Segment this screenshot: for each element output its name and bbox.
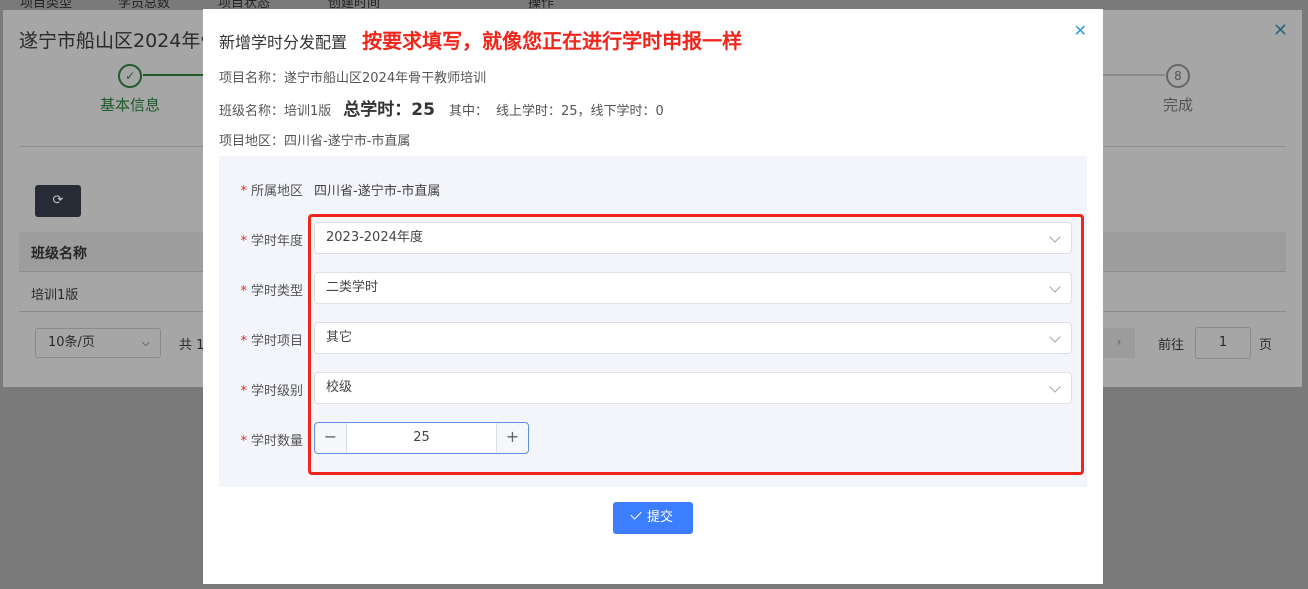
breakdown-label: 其中：: [448, 104, 488, 119]
step-label: 完成: [1162, 96, 1193, 114]
table-header-class-name: 班级名称: [31, 246, 87, 262]
plus-icon[interactable]: +: [496, 423, 528, 453]
class-name-line: 班级名称：培训1版 总学时：25 其中： 线上学时：25，线下学时：0: [219, 95, 664, 120]
year-select[interactable]: 2023-2024年度: [314, 222, 1072, 254]
hours-count-stepper: − 25 +: [314, 422, 529, 454]
level-select-value: 校级: [326, 380, 353, 395]
region-value: 四川省-遂宁市-市直属: [314, 184, 441, 199]
item-label: * 学时项目: [240, 334, 303, 349]
refresh-icon: ⟳: [52, 193, 64, 208]
hours-count-input[interactable]: 25: [347, 423, 496, 453]
form-panel: * 所属地区 四川省-遂宁市-市直属 * 学时年度 2023-2024年度 * 学时类…: [219, 156, 1087, 487]
class-name-value: 培训1版: [284, 104, 332, 119]
page-size-value: 10条/页: [48, 335, 95, 350]
form-row-level: * 学时级别 校级: [219, 372, 1087, 404]
step-finish: 8 完成: [1133, 64, 1223, 115]
level-select[interactable]: 校级: [314, 372, 1072, 404]
modal-title-text: 新增学时分发配置: [219, 33, 348, 52]
project-region-line: 项目地区：四川省-遂宁市-市直属: [219, 130, 410, 149]
project-name-value: 遂宁市船山区2024年骨干教师培训: [284, 71, 487, 86]
item-select[interactable]: 其它: [314, 322, 1072, 354]
close-icon[interactable]: ✕: [1074, 21, 1087, 40]
year-select-value: 2023-2024年度: [326, 230, 423, 245]
form-row-year: * 学时年度 2023-2024年度: [219, 222, 1087, 254]
year-label: * 学时年度: [240, 234, 303, 249]
modal-title: 新增学时分发配置 按要求填写，就像您正在进行学时申报一样: [219, 25, 742, 54]
chevron-down-icon: ⌵: [141, 336, 150, 349]
item-select-value: 其它: [326, 330, 353, 345]
goto-page-input[interactable]: 1: [1195, 327, 1251, 359]
count-label: * 学时数量: [240, 434, 303, 449]
check-icon: [630, 508, 642, 520]
chevron-down-icon: [1049, 381, 1061, 393]
next-page-button[interactable]: ›: [1103, 328, 1135, 358]
submit-button[interactable]: 提交: [613, 502, 693, 534]
type-label: * 学时类型: [240, 284, 303, 299]
project-name-label: 项目名称：: [219, 71, 285, 86]
goto-page-suffix: 页: [1259, 338, 1273, 353]
chevron-down-icon: [1049, 231, 1061, 243]
total-hours: 总学时：25: [343, 100, 435, 120]
submit-label: 提交: [646, 510, 673, 525]
pagination-total: 共 1: [179, 338, 205, 353]
chevron-down-icon: [1049, 281, 1061, 293]
form-row-region: * 所属地区 四川省-遂宁市-市直属: [219, 172, 1087, 204]
step-label: 基本信息: [99, 96, 160, 114]
type-select-value: 二类学时: [326, 280, 379, 295]
type-select[interactable]: 二类学时: [314, 272, 1072, 304]
table-cell-class-name: 培训1版: [31, 288, 79, 303]
region-label: * 所属地区: [240, 184, 303, 199]
project-region-value: 四川省-遂宁市-市直属: [284, 134, 411, 149]
step-basic-info: ✓ 基本信息: [85, 64, 175, 115]
check-icon: ✓: [118, 64, 142, 88]
background-dialog-title: 遂宁市船山区2024年骨: [19, 30, 220, 52]
allocation-config-modal: ✕ 新增学时分发配置 按要求填写，就像您正在进行学时申报一样 项目名称：遂宁市船…: [203, 9, 1103, 584]
minus-icon[interactable]: −: [315, 423, 347, 453]
goto-label: 前往: [1158, 338, 1185, 353]
annotation-text: 按要求填写，就像您正在进行学时申报一样: [362, 29, 743, 53]
refresh-button[interactable]: ⟳: [35, 185, 81, 217]
form-row-type: * 学时类型 二类学时: [219, 272, 1087, 304]
form-row-count: * 学时数量 − 25 +: [219, 422, 1087, 454]
column-project-type: 项目类型: [20, 0, 73, 10]
level-label: * 学时级别: [240, 384, 303, 399]
column-student-total: 学员总数: [118, 0, 171, 10]
form-row-item: * 学时项目 其它: [219, 322, 1087, 354]
project-name-line: 项目名称：遂宁市船山区2024年骨干教师培训: [219, 67, 486, 86]
project-region-label: 项目地区：: [219, 134, 285, 149]
page-size-select[interactable]: 10条/页 ⌵: [35, 328, 161, 358]
background-close-icon[interactable]: ✕: [1273, 20, 1288, 41]
breakdown-value: 线上学时：25，线下学时：0: [495, 104, 664, 119]
step-number: 8: [1166, 64, 1190, 88]
class-name-label: 班级名称：: [219, 104, 285, 119]
chevron-down-icon: [1049, 331, 1061, 343]
